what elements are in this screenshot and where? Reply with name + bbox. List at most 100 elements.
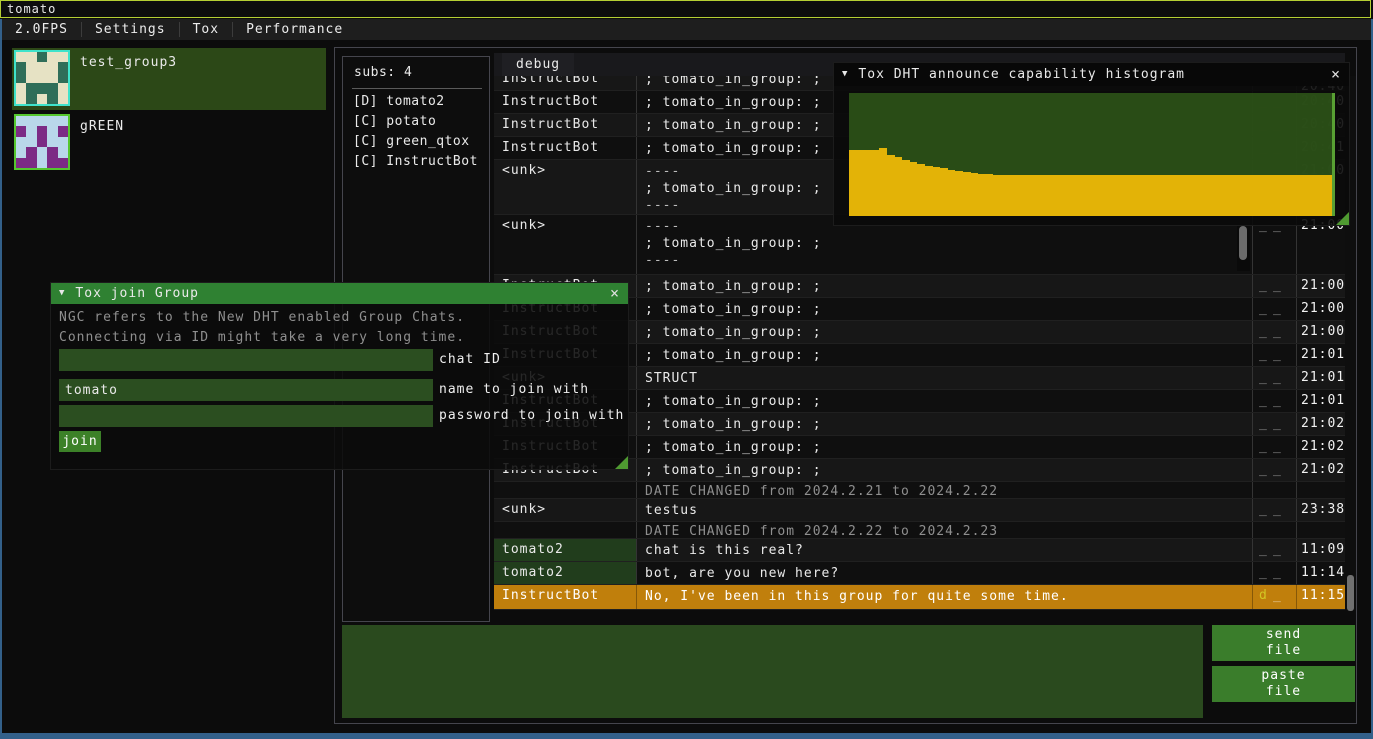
avatar-pixel bbox=[47, 62, 57, 72]
histogram-bar bbox=[1274, 175, 1282, 216]
histogram-bar bbox=[902, 160, 910, 216]
paste-file-button[interactable]: paste file bbox=[1212, 666, 1355, 702]
message-cell: bot, are you new here? bbox=[637, 562, 1253, 584]
resize-grip-icon[interactable] bbox=[1336, 212, 1349, 225]
timestamp-cell: 21:00 bbox=[1297, 321, 1345, 343]
status-cell: __ bbox=[1253, 499, 1297, 521]
avatar-pixel bbox=[37, 147, 47, 157]
menu-item-performance[interactable]: Performance bbox=[233, 19, 356, 40]
avatar-pixel bbox=[16, 73, 26, 83]
window-title: tomato bbox=[7, 2, 56, 16]
sender-cell bbox=[494, 522, 637, 538]
subs-count: subs: 4 bbox=[354, 65, 412, 80]
join-group-titlebar[interactable]: ▼ Tox join Group × bbox=[51, 283, 628, 304]
chat-row: tomato2chat is this real?__11:09 bbox=[494, 539, 1345, 562]
message-line: ; tomato_in_group: ; bbox=[645, 278, 1252, 295]
menu-item-2.0fps[interactable]: 2.0FPS bbox=[2, 19, 81, 40]
send-file-button[interactable]: send file bbox=[1212, 625, 1355, 661]
sender-cell: InstructBot bbox=[494, 585, 637, 609]
join-desc-line2: Connecting via ID might take a very long… bbox=[59, 330, 465, 345]
histogram-bar bbox=[933, 167, 941, 216]
histogram-bar bbox=[1176, 175, 1184, 216]
sidebar-group-gREEN[interactable]: gREEN bbox=[12, 112, 326, 174]
dht-histogram-plot bbox=[849, 93, 1335, 216]
timestamp: 21:02 bbox=[1301, 416, 1345, 431]
dht-histogram-titlebar[interactable]: ▼ Tox DHT announce capability histogram … bbox=[834, 63, 1349, 86]
join-desc-line1: NGC refers to the New DHT enabled Group … bbox=[59, 310, 465, 325]
cell-scrollbar-thumb[interactable] bbox=[1239, 226, 1247, 260]
join-button[interactable]: join bbox=[59, 431, 101, 452]
titlebar[interactable]: tomato bbox=[0, 0, 1371, 18]
avatar-pixel bbox=[58, 158, 68, 168]
status-cell bbox=[1253, 482, 1297, 498]
group-name: gREEN bbox=[80, 119, 124, 134]
histogram-bar bbox=[986, 174, 994, 216]
timestamp-cell: 21:02 bbox=[1297, 459, 1345, 481]
date-row: DATE CHANGED from 2024.2.21 to 2024.2.22 bbox=[494, 482, 1345, 499]
histogram-bar bbox=[1320, 175, 1328, 216]
join-name-input[interactable] bbox=[59, 379, 433, 401]
timestamp-cell: 21:02 bbox=[1297, 436, 1345, 458]
message-line: bot, are you new here? bbox=[645, 565, 1252, 582]
avatar-pixel bbox=[37, 73, 47, 83]
histogram-bars bbox=[849, 93, 1335, 216]
message-cell: ; tomato_in_group: ; bbox=[637, 344, 1253, 366]
avatar-pixel bbox=[47, 126, 57, 136]
histogram-bar bbox=[1046, 175, 1054, 216]
menu-item-tox[interactable]: Tox bbox=[180, 19, 232, 40]
collapse-arrow-icon[interactable]: ▼ bbox=[842, 63, 848, 86]
avatar-pixel bbox=[58, 126, 68, 136]
histogram-bar bbox=[1092, 175, 1100, 216]
join-password-input[interactable] bbox=[59, 405, 433, 427]
avatar-pixel bbox=[37, 62, 47, 72]
histogram-bar bbox=[1168, 175, 1176, 216]
histogram-bar bbox=[1122, 175, 1130, 216]
timestamp: 21:01 bbox=[1301, 393, 1345, 408]
chat-id-input[interactable] bbox=[59, 349, 433, 371]
message-line: chat is this real? bbox=[645, 542, 1252, 559]
timestamp-cell: 21:01 bbox=[1297, 344, 1345, 366]
histogram-bar bbox=[925, 166, 933, 216]
close-icon[interactable]: × bbox=[610, 283, 620, 304]
status-mark: _ bbox=[1273, 416, 1287, 431]
status-mark: _ bbox=[1273, 565, 1287, 580]
sidebar-group-test_group3[interactable]: test_group3 bbox=[12, 48, 326, 110]
status-mark: _ bbox=[1259, 370, 1273, 385]
resize-grip-icon[interactable] bbox=[615, 456, 628, 469]
tab-debug[interactable]: debug bbox=[502, 53, 574, 76]
status-cell: __ bbox=[1253, 562, 1297, 584]
status-cell: __ bbox=[1253, 321, 1297, 343]
avatar-pixel bbox=[47, 116, 57, 126]
message-input[interactable] bbox=[342, 625, 1203, 718]
histogram-bar bbox=[940, 168, 948, 216]
avatar-pixel bbox=[16, 126, 26, 136]
status-mark: _ bbox=[1259, 502, 1273, 517]
status-mark: _ bbox=[1273, 502, 1287, 517]
avatar-pixel bbox=[16, 52, 26, 62]
timestamp-cell: 21:00 bbox=[1297, 275, 1345, 297]
timestamp-cell: 11:15 bbox=[1297, 585, 1345, 609]
sender-cell bbox=[494, 482, 637, 498]
message-cell: DATE CHANGED from 2024.2.21 to 2024.2.22 bbox=[637, 482, 1253, 498]
close-icon[interactable]: × bbox=[1331, 63, 1341, 86]
message-line: ; tomato_in_group: ; bbox=[645, 301, 1252, 318]
status-mark: _ bbox=[1273, 393, 1287, 408]
window-border-bottom[interactable] bbox=[0, 733, 1373, 739]
sender-cell: <unk> bbox=[494, 499, 637, 521]
timestamp-cell: 21:01 bbox=[1297, 390, 1345, 412]
chat-scrollbar-thumb[interactable] bbox=[1347, 575, 1354, 611]
menu-item-settings[interactable]: Settings bbox=[82, 19, 179, 40]
status-mark: _ bbox=[1273, 542, 1287, 557]
sender-name: <unk> bbox=[502, 502, 546, 517]
dht-histogram-title: Tox DHT announce capability histogram bbox=[858, 63, 1185, 86]
sender-cell: InstructBot bbox=[494, 114, 637, 136]
collapse-arrow-icon[interactable]: ▼ bbox=[59, 283, 65, 304]
window-border-left[interactable] bbox=[0, 19, 2, 733]
message-cell: ; tomato_in_group: ; bbox=[637, 413, 1253, 435]
status-cell: __ bbox=[1253, 390, 1297, 412]
sender-name: tomato2 bbox=[502, 542, 564, 557]
histogram-bar bbox=[1206, 175, 1214, 216]
message-cell: No, I've been in this group for quite so… bbox=[637, 585, 1253, 609]
histogram-bar bbox=[1084, 175, 1092, 216]
status-mark: _ bbox=[1273, 347, 1287, 362]
